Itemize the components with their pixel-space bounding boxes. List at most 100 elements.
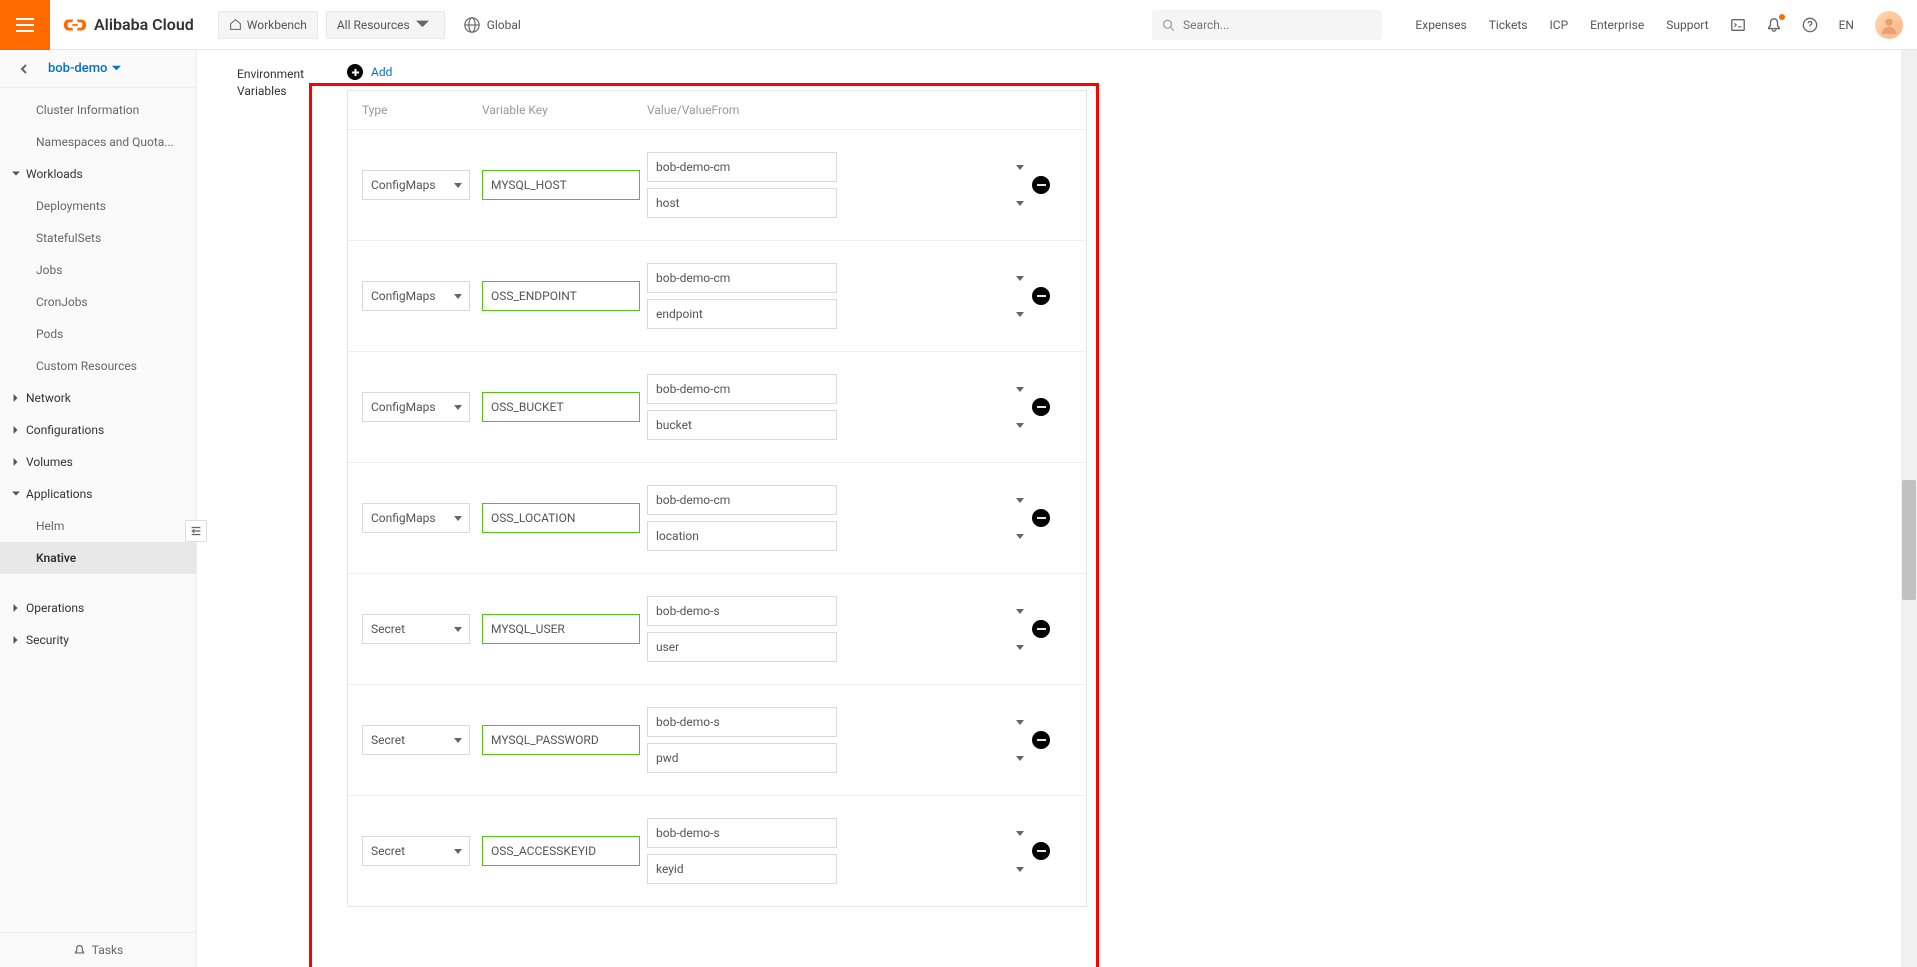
search-bar[interactable] — [1152, 10, 1382, 40]
env-row: ConfigMaps Secret bob-demo-s user — [348, 573, 1086, 684]
avatar-icon — [1878, 14, 1900, 36]
menu-icon — [16, 16, 34, 34]
all-resources-button[interactable]: All Resources — [326, 11, 445, 39]
source-select[interactable]: bob-demo-s — [647, 818, 837, 848]
caret-right-icon — [12, 636, 20, 644]
minus-icon — [1037, 295, 1046, 297]
type-select[interactable]: ConfigMaps Secret — [362, 392, 470, 422]
sidebar-item-custom-resources[interactable]: Custom Resources — [0, 350, 196, 382]
back-button[interactable] — [14, 59, 34, 79]
type-select[interactable]: ConfigMaps Secret — [362, 281, 470, 311]
volumes-label: Volumes — [26, 455, 73, 469]
remove-variable-button[interactable] — [1032, 398, 1050, 416]
minus-icon — [1037, 628, 1046, 630]
sidebar-group-workloads[interactable]: Workloads — [0, 158, 196, 190]
sidebar-item-pods[interactable]: Pods — [0, 318, 196, 350]
remove-variable-button[interactable] — [1032, 176, 1050, 194]
sidebar-group-volumes[interactable]: Volumes — [0, 446, 196, 478]
sidebar-item-knative[interactable]: Knative — [0, 542, 196, 574]
field-select[interactable]: keyid — [647, 854, 837, 884]
notifications-button[interactable] — [1765, 16, 1783, 34]
env-row: ConfigMaps Secret bob-demo-cm endpoint — [348, 240, 1086, 351]
sidebar-item-helm[interactable]: Helm — [0, 510, 196, 542]
add-link[interactable]: Add — [371, 65, 392, 79]
expenses-link[interactable]: Expenses — [1415, 18, 1466, 32]
enterprise-link[interactable]: Enterprise — [1590, 18, 1644, 32]
field-select[interactable]: location — [647, 521, 837, 551]
variable-key-input[interactable] — [482, 725, 640, 755]
sidebar-item-deployments[interactable]: Deployments — [0, 190, 196, 222]
type-select[interactable]: ConfigMaps Secret — [362, 170, 470, 200]
main-content: EnvironmentVariables Add Type Variable K… — [197, 50, 1917, 967]
avatar[interactable] — [1875, 11, 1903, 39]
sidebar-header: bob-demo — [0, 50, 196, 88]
field-select[interactable]: bucket — [647, 410, 837, 440]
caret-right-icon — [12, 458, 20, 466]
caret-right-icon — [12, 426, 20, 434]
source-select[interactable]: bob-demo-s — [647, 596, 837, 626]
field-select[interactable]: host — [647, 188, 837, 218]
type-select[interactable]: ConfigMaps Secret — [362, 614, 470, 644]
variable-key-input[interactable] — [482, 170, 640, 200]
brand-logo[interactable]: Alibaba Cloud — [50, 14, 208, 36]
sidebar-group-configurations[interactable]: Configurations — [0, 414, 196, 446]
type-select[interactable]: ConfigMaps Secret — [362, 503, 470, 533]
globe-icon — [463, 16, 481, 34]
field-select[interactable]: pwd — [647, 743, 837, 773]
topbar-right: Expenses Tickets ICP Enterprise Support … — [1152, 10, 1917, 40]
sidebar-group-applications[interactable]: Applications — [0, 478, 196, 510]
sidebar-collapse-button[interactable] — [185, 520, 207, 542]
tickets-link[interactable]: Tickets — [1489, 18, 1528, 32]
help-icon — [1802, 17, 1818, 33]
sidebar-item-namespaces[interactable]: Namespaces and Quota... — [0, 126, 196, 158]
icp-link[interactable]: ICP — [1550, 18, 1569, 32]
bell-icon — [73, 944, 86, 957]
source-select[interactable]: bob-demo-cm — [647, 263, 837, 293]
remove-variable-button[interactable] — [1032, 842, 1050, 860]
variable-key-input[interactable] — [482, 281, 640, 311]
help-button[interactable] — [1801, 16, 1819, 34]
add-variable-button[interactable] — [347, 64, 363, 80]
variable-key-input[interactable] — [482, 503, 640, 533]
scrollbar[interactable] — [1901, 50, 1917, 967]
caret-down-icon — [12, 170, 20, 178]
cloudshell-button[interactable] — [1729, 16, 1747, 34]
variable-key-input[interactable] — [482, 836, 640, 866]
brand-text: Alibaba Cloud — [94, 15, 194, 34]
source-select[interactable]: bob-demo-s — [647, 707, 837, 737]
remove-variable-button[interactable] — [1032, 731, 1050, 749]
env-row: ConfigMaps Secret bob-demo-cm bucket — [348, 351, 1086, 462]
sidebar-item-jobs[interactable]: Jobs — [0, 254, 196, 286]
source-select[interactable]: bob-demo-cm — [647, 485, 837, 515]
source-select[interactable]: bob-demo-cm — [647, 374, 837, 404]
minus-icon — [1037, 739, 1046, 741]
hamburger-button[interactable] — [0, 0, 50, 50]
sidebar-group-operations[interactable]: Operations — [0, 592, 196, 624]
env-row: ConfigMaps Secret bob-demo-s pwd — [348, 684, 1086, 795]
type-select[interactable]: ConfigMaps Secret — [362, 725, 470, 755]
remove-variable-button[interactable] — [1032, 620, 1050, 638]
type-select[interactable]: ConfigMaps Secret — [362, 836, 470, 866]
sidebar-group-network[interactable]: Network — [0, 382, 196, 414]
language-selector[interactable]: EN — [1839, 18, 1854, 32]
region-selector[interactable]: Global — [463, 16, 521, 34]
chevron-down-icon — [416, 18, 429, 31]
sidebar-group-security[interactable]: Security — [0, 624, 196, 656]
remove-variable-button[interactable] — [1032, 287, 1050, 305]
header-key: Variable Key — [482, 103, 647, 117]
sidebar-item-cronjobs[interactable]: CronJobs — [0, 286, 196, 318]
source-select[interactable]: bob-demo-cm — [647, 152, 837, 182]
field-select[interactable]: user — [647, 632, 837, 662]
field-select[interactable]: endpoint — [647, 299, 837, 329]
sidebar-item-statefulsets[interactable]: StatefulSets — [0, 222, 196, 254]
scroll-thumb[interactable] — [1902, 480, 1916, 600]
search-input[interactable] — [1183, 18, 1372, 32]
sidebar-item-cluster-info[interactable]: Cluster Information — [0, 94, 196, 126]
variable-key-input[interactable] — [482, 614, 640, 644]
support-link[interactable]: Support — [1666, 18, 1708, 32]
remove-variable-button[interactable] — [1032, 509, 1050, 527]
cluster-selector[interactable]: bob-demo — [48, 61, 121, 76]
tasks-button[interactable]: Tasks — [0, 932, 196, 967]
workbench-button[interactable]: Workbench — [218, 11, 318, 39]
variable-key-input[interactable] — [482, 392, 640, 422]
